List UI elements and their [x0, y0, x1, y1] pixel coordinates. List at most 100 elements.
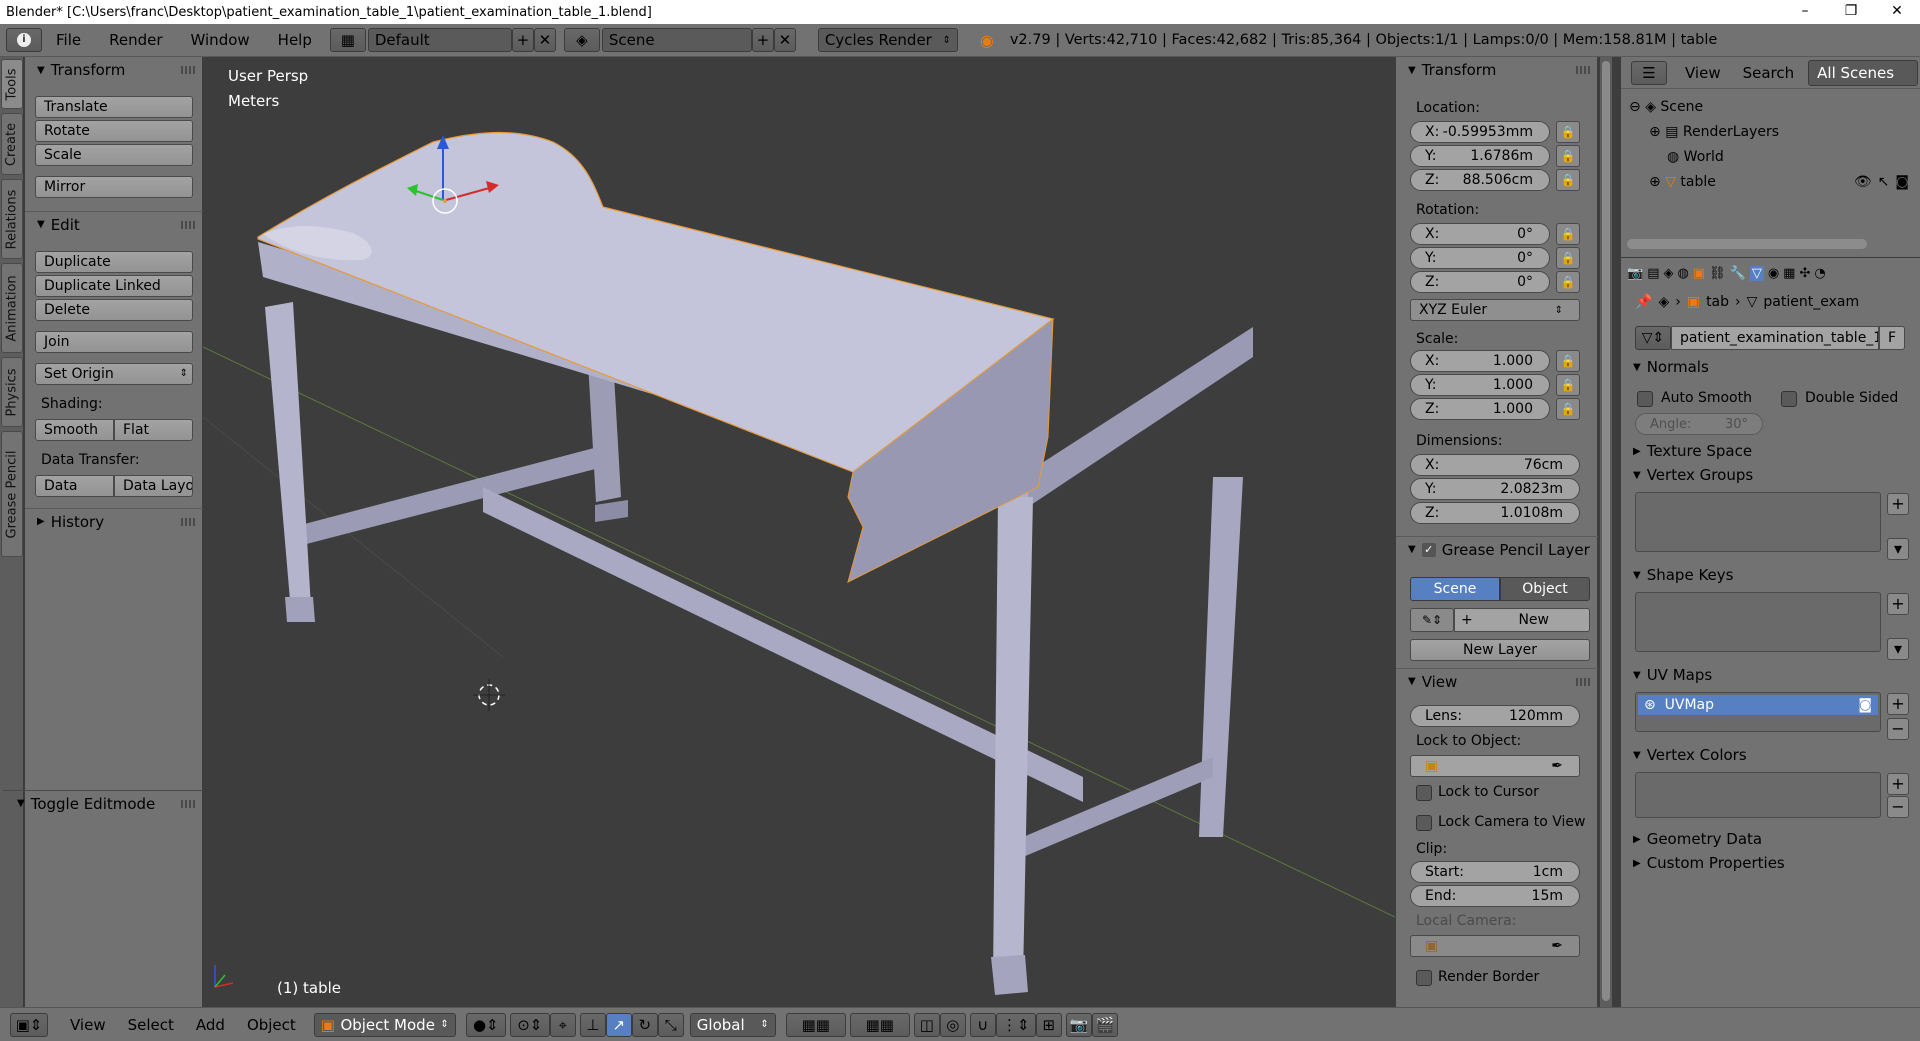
collapse-icon[interactable]: ⊖ [1629, 99, 1641, 115]
normals-panel-header[interactable]: ▼ Normals [1633, 358, 1913, 376]
outliner-view-menu[interactable]: View [1685, 64, 1721, 82]
clip-start-field[interactable]: Start: 1cm [1410, 861, 1580, 883]
lock-to-cursor-checkbox[interactable] [1416, 785, 1432, 801]
opengl-anim-icon[interactable]: 🎬 [1091, 1012, 1118, 1037]
auto-smooth-checkbox[interactable] [1637, 391, 1653, 407]
outliner-editor-icon[interactable]: ☰ [1631, 60, 1667, 85]
duplicate-button[interactable]: Duplicate [35, 251, 193, 273]
add-shape-key-button[interactable]: + [1887, 593, 1909, 615]
transform-orientation-select[interactable]: Global ⇕ [689, 1012, 776, 1037]
constraints-tab-icon[interactable]: ⛓ [1709, 266, 1726, 281]
vertex-colors-list[interactable] [1635, 772, 1881, 818]
texture-tab-icon[interactable]: ▦ [1783, 266, 1795, 281]
scrollbar-thumb[interactable] [1602, 61, 1610, 1001]
scene-tab-icon[interactable]: ◈ [1663, 266, 1673, 281]
pivot-point-icon[interactable]: ⊙⇕ [509, 1012, 550, 1037]
operator-panel-header[interactable]: ▼ Toggle Editmode [3, 790, 203, 816]
clip-end-field[interactable]: End: 15m [1410, 885, 1580, 907]
set-origin-select[interactable]: Set Origin ⇕ [35, 363, 193, 385]
vertex-group-menu-button[interactable]: ▾ [1887, 538, 1909, 560]
lock-icon[interactable]: 🔒 [1556, 271, 1580, 293]
location-y-field[interactable]: Y: 1.6786m [1410, 145, 1550, 167]
scale-z-field[interactable]: Z: 1.000 [1410, 398, 1550, 420]
flat-button[interactable]: Flat [114, 419, 193, 441]
remove-vertex-color-button[interactable]: − [1887, 796, 1909, 818]
render-layers-tab-icon[interactable]: ▤ [1647, 266, 1659, 281]
add-scene-icon[interactable]: + [751, 28, 774, 52]
renderable-camera-icon[interactable]: ◙ [1895, 170, 1909, 195]
lock-icon[interactable]: 🔒 [1556, 145, 1580, 167]
menu-view[interactable]: View [70, 1016, 106, 1034]
smooth-button[interactable]: Smooth [35, 419, 114, 441]
outliner-display-filter[interactable]: All Scenes [1808, 59, 1919, 86]
physics-tab-icon[interactable]: ◔ [1814, 266, 1825, 281]
data-layout-button[interactable]: Data Layo [114, 475, 193, 497]
data-tab-icon[interactable]: ▽ [1749, 265, 1764, 281]
drag-grip-icon[interactable] [181, 517, 195, 526]
lock-camera-checkbox[interactable] [1416, 815, 1432, 831]
tab-grease-pencil[interactable]: Grease Pencil [1, 431, 23, 557]
rotation-z-field[interactable]: Z: 0° [1410, 271, 1550, 293]
screen-layout-icon[interactable]: ▦ [329, 28, 366, 52]
proportional-edit-icon[interactable]: ◎ [939, 1012, 966, 1037]
editor-type-info-button[interactable]: i [6, 28, 42, 52]
gp-new-button[interactable]: + New [1454, 608, 1590, 632]
editor-type-3d-icon[interactable]: ▣⇕ [10, 1012, 48, 1037]
opengl-render-icon[interactable]: 📷 [1065, 1012, 1092, 1037]
outliner-hscrollbar[interactable] [1627, 239, 1867, 249]
edit-panel-header[interactable]: ▼ Edit [25, 211, 203, 237]
maximize-button[interactable]: ❐ [1828, 0, 1874, 24]
menu-select[interactable]: Select [128, 1016, 174, 1034]
menu-object[interactable]: Object [247, 1016, 296, 1034]
local-camera-field[interactable]: ▣ ✒ [1410, 935, 1580, 957]
gp-scene-toggle[interactable]: Scene [1410, 577, 1500, 601]
tab-animation[interactable]: Animation [1, 263, 23, 353]
dimension-x-field[interactable]: X: 76cm [1410, 454, 1580, 476]
add-vertex-color-button[interactable]: + [1887, 773, 1909, 795]
remove-scene-icon[interactable]: ✕ [773, 28, 796, 52]
shape-keys-panel-header[interactable]: ▼ Shape Keys [1633, 566, 1733, 584]
shape-key-menu-button[interactable]: ▾ [1887, 638, 1909, 660]
lock-icon[interactable]: 🔒 [1556, 350, 1580, 372]
scale-button[interactable]: Scale [35, 144, 193, 166]
pencil-icon[interactable]: ✎⇕ [1410, 608, 1454, 632]
outliner-item-renderlayers[interactable]: ⊕ ▤ RenderLayers [1629, 120, 1909, 145]
uv-maps-panel-header[interactable]: ▼ UV Maps [1633, 666, 1712, 684]
tab-physics[interactable]: Physics [1, 357, 23, 427]
rotate-button[interactable]: Rotate [35, 120, 193, 142]
scale-y-field[interactable]: Y: 1.000 [1410, 374, 1550, 396]
menu-render[interactable]: Render [95, 31, 176, 49]
data-transfer-button[interactable]: Data [35, 475, 114, 497]
remove-layout-icon[interactable]: ✕ [533, 28, 556, 52]
outliner-item-scene[interactable]: ⊖ ◈ Scene [1629, 95, 1909, 120]
rotation-mode-select[interactable]: XYZ Euler ⇕ [1410, 299, 1580, 321]
location-x-field[interactable]: X: -0.59953mm [1410, 121, 1550, 143]
drag-grip-icon[interactable] [181, 66, 195, 74]
scene-field[interactable]: Scene [601, 28, 752, 52]
lens-field[interactable]: Lens: 120mm [1410, 705, 1580, 727]
outliner-item-table[interactable]: ⊕ ▽ table 👁 ↖ ◙ [1629, 170, 1909, 195]
scale-manipulator-icon[interactable]: ⤡ [657, 1012, 684, 1037]
mesh-browse-icon[interactable]: ▽⇕ [1635, 326, 1671, 350]
mirror-button[interactable]: Mirror [35, 176, 193, 198]
menu-help[interactable]: Help [264, 31, 326, 49]
delete-button[interactable]: Delete [35, 299, 193, 321]
texture-space-panel-header[interactable]: ▶ Texture Space [1633, 442, 1752, 460]
remove-uvmap-button[interactable]: − [1887, 718, 1909, 740]
grease-pencil-panel-header[interactable]: ▼ ✓ Grease Pencil Layer [1396, 536, 1598, 562]
add-vertex-group-button[interactable]: + [1887, 493, 1909, 515]
lock-icon[interactable]: 🔒 [1556, 121, 1580, 143]
rotation-x-field[interactable]: X: 0° [1410, 223, 1550, 245]
close-button[interactable]: ✕ [1874, 0, 1920, 24]
render-border-checkbox[interactable] [1416, 970, 1432, 986]
viewport-shading-icon[interactable]: ●⇕ [465, 1012, 506, 1037]
tab-create[interactable]: Create [1, 113, 23, 175]
drag-grip-icon[interactable] [1576, 677, 1590, 686]
join-button[interactable]: Join [35, 331, 193, 353]
lock-icon[interactable]: 🔒 [1556, 247, 1580, 269]
lock-icon[interactable]: 🔒 [1556, 374, 1580, 396]
drag-grip-icon[interactable] [181, 799, 195, 808]
shape-keys-list[interactable] [1635, 592, 1881, 652]
menu-file[interactable]: File [42, 31, 95, 49]
expand-icon[interactable]: ⊕ [1649, 170, 1661, 195]
